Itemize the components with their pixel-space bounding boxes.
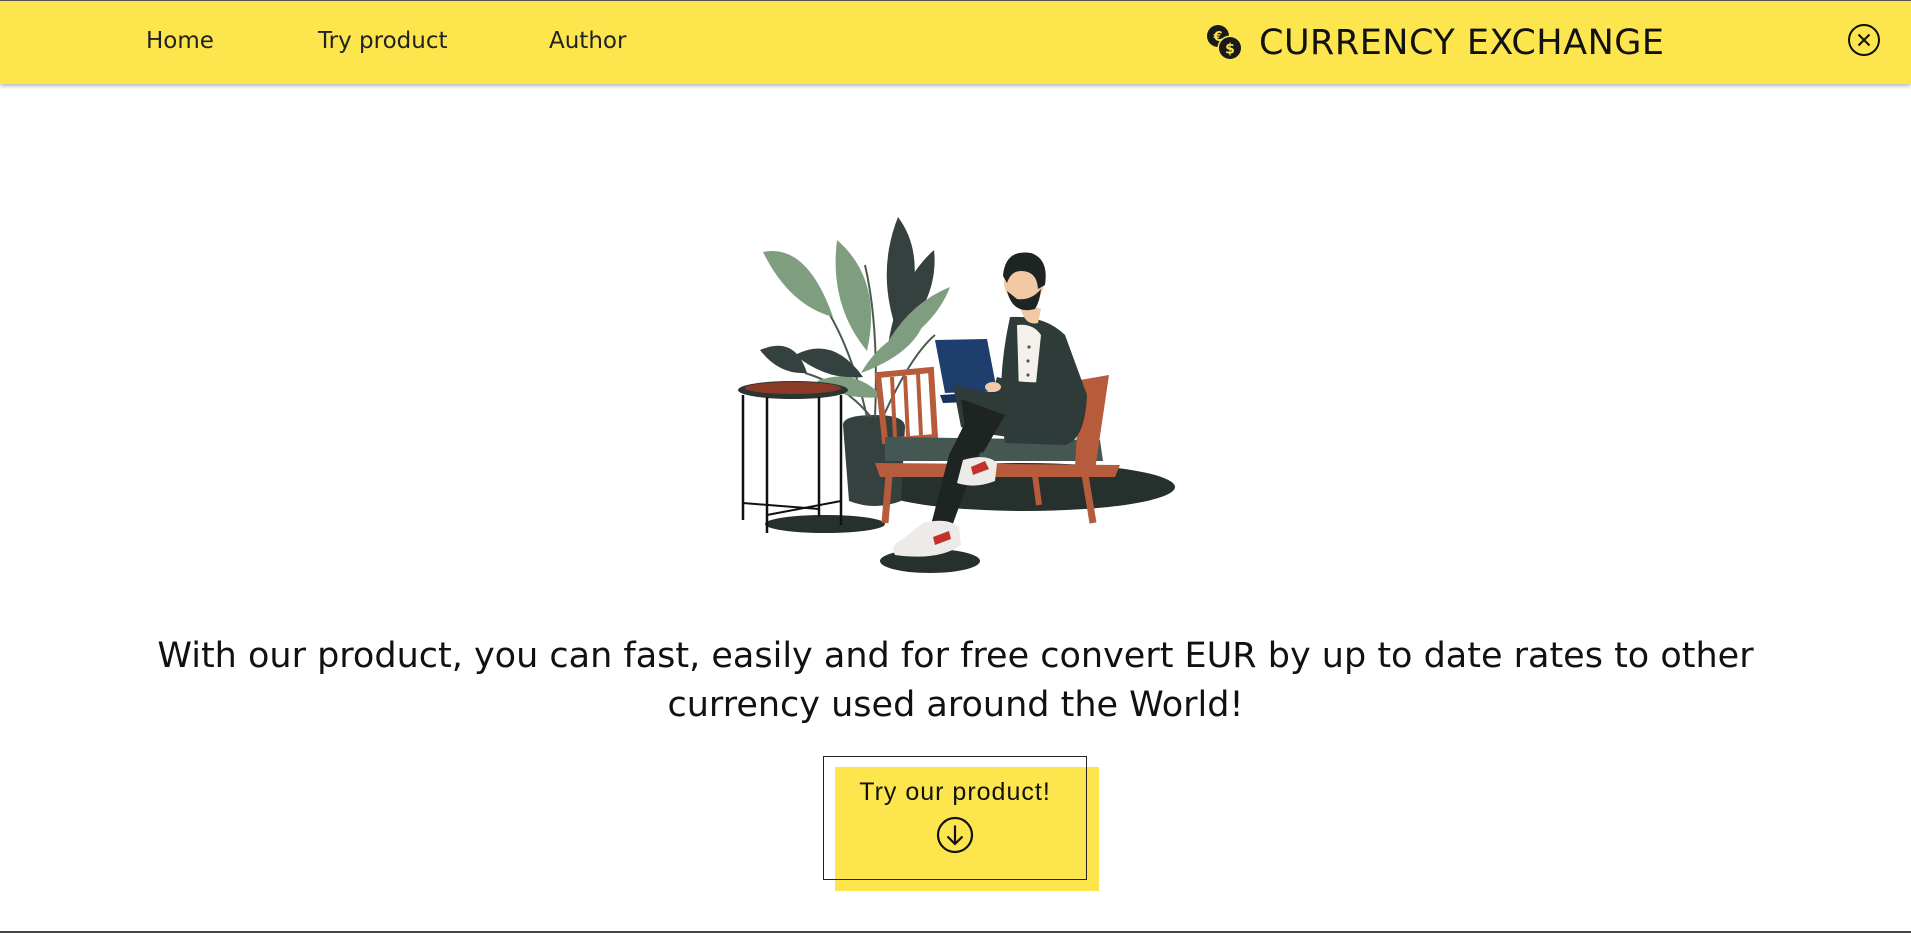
top-navbar: Home Try product Author € $ CURRENCY EXC…: [0, 0, 1911, 84]
brand-title: CURRENCY EXCHANGE: [1259, 23, 1665, 63]
hero-tagline: With our product, you can fast, easily a…: [157, 636, 1754, 725]
nav-link-home[interactable]: Home: [146, 28, 214, 54]
nav-link-try-product[interactable]: Try product: [318, 28, 448, 54]
try-our-product-button[interactable]: Try our product!: [823, 756, 1087, 880]
man-with-laptop-illustration: [738, 217, 1175, 573]
cta-label: Try our product!: [859, 778, 1051, 806]
brand[interactable]: € $ CURRENCY EXCHANGE: [1205, 21, 1664, 65]
nav-link-author[interactable]: Author: [549, 28, 626, 54]
arrow-down-circle-icon: [936, 816, 974, 854]
coins-icon: € $: [1207, 25, 1243, 61]
svg-text:$: $: [1225, 42, 1235, 58]
close-icon[interactable]: [1847, 23, 1881, 57]
cta-container: Try our product!: [823, 756, 1099, 891]
